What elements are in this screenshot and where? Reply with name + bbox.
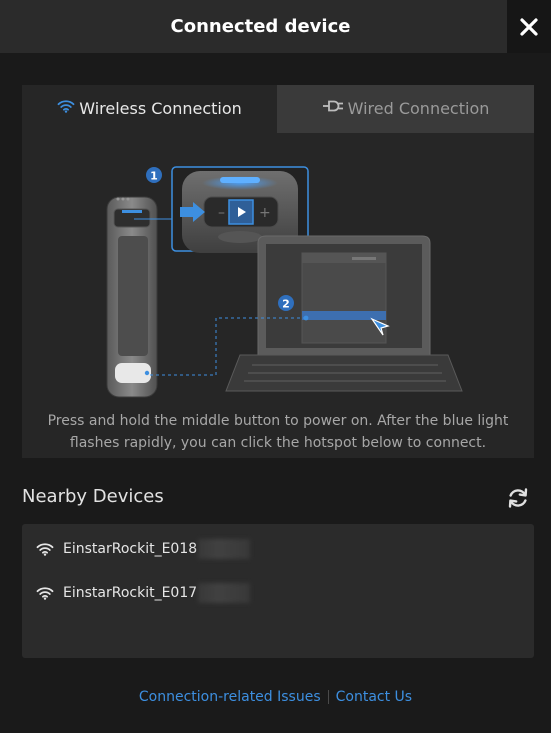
tab-wireless-label: Wireless Connection — [79, 99, 242, 118]
svg-text:–: – — [218, 205, 225, 221]
refresh-icon — [508, 488, 528, 508]
title-bar: Connected device — [0, 0, 551, 53]
svg-text:2: 2 — [282, 298, 290, 311]
redacted-suffix — [198, 583, 251, 603]
dialog-title: Connected device — [170, 16, 351, 37]
wifi-icon — [36, 543, 54, 556]
step-2-badge: 2 — [278, 295, 294, 311]
redacted-suffix — [198, 539, 251, 559]
connection-illustration: – + 1 2 — [106, 166, 463, 398]
plug-icon — [322, 84, 344, 132]
contact-us-link[interactable]: Contact Us — [336, 689, 412, 705]
device-name: EinstarRockit_E018 — [63, 541, 198, 557]
svg-text:1: 1 — [150, 170, 158, 183]
device-item[interactable]: EinstarRockit_E017 — [36, 582, 251, 604]
scanner-device — [106, 196, 158, 398]
footer-links: Connection-related Issues Contact Us — [0, 689, 551, 705]
nearby-devices-list: EinstarRockit_E018 EinstarRockit_E017 — [22, 524, 534, 658]
nearby-devices-header: Nearby Devices — [22, 486, 534, 514]
tab-wired-label: Wired Connection — [347, 99, 490, 118]
device-name: EinstarRockit_E017 — [63, 585, 198, 601]
connection-panel: Wireless Connection Wired Connection – +… — [22, 85, 534, 458]
step-1-badge: 1 — [146, 167, 162, 183]
wifi-icon — [57, 84, 75, 132]
wifi-icon — [36, 587, 54, 600]
close-icon — [520, 17, 538, 36]
device-item[interactable]: EinstarRockit_E018 — [36, 538, 251, 560]
link-divider — [327, 690, 329, 704]
close-button[interactable] — [507, 0, 551, 53]
tab-wireless-connection[interactable]: Wireless Connection — [22, 85, 277, 133]
tab-wired-connection[interactable]: Wired Connection — [277, 85, 534, 133]
connection-instruction: Press and hold the middle button to powe… — [47, 413, 509, 451]
laptop — [225, 235, 463, 392]
refresh-button[interactable] — [506, 486, 530, 510]
connection-issues-link[interactable]: Connection-related Issues — [139, 689, 321, 705]
nearby-devices-title: Nearby Devices — [22, 486, 164, 507]
svg-text:+: + — [259, 205, 271, 221]
